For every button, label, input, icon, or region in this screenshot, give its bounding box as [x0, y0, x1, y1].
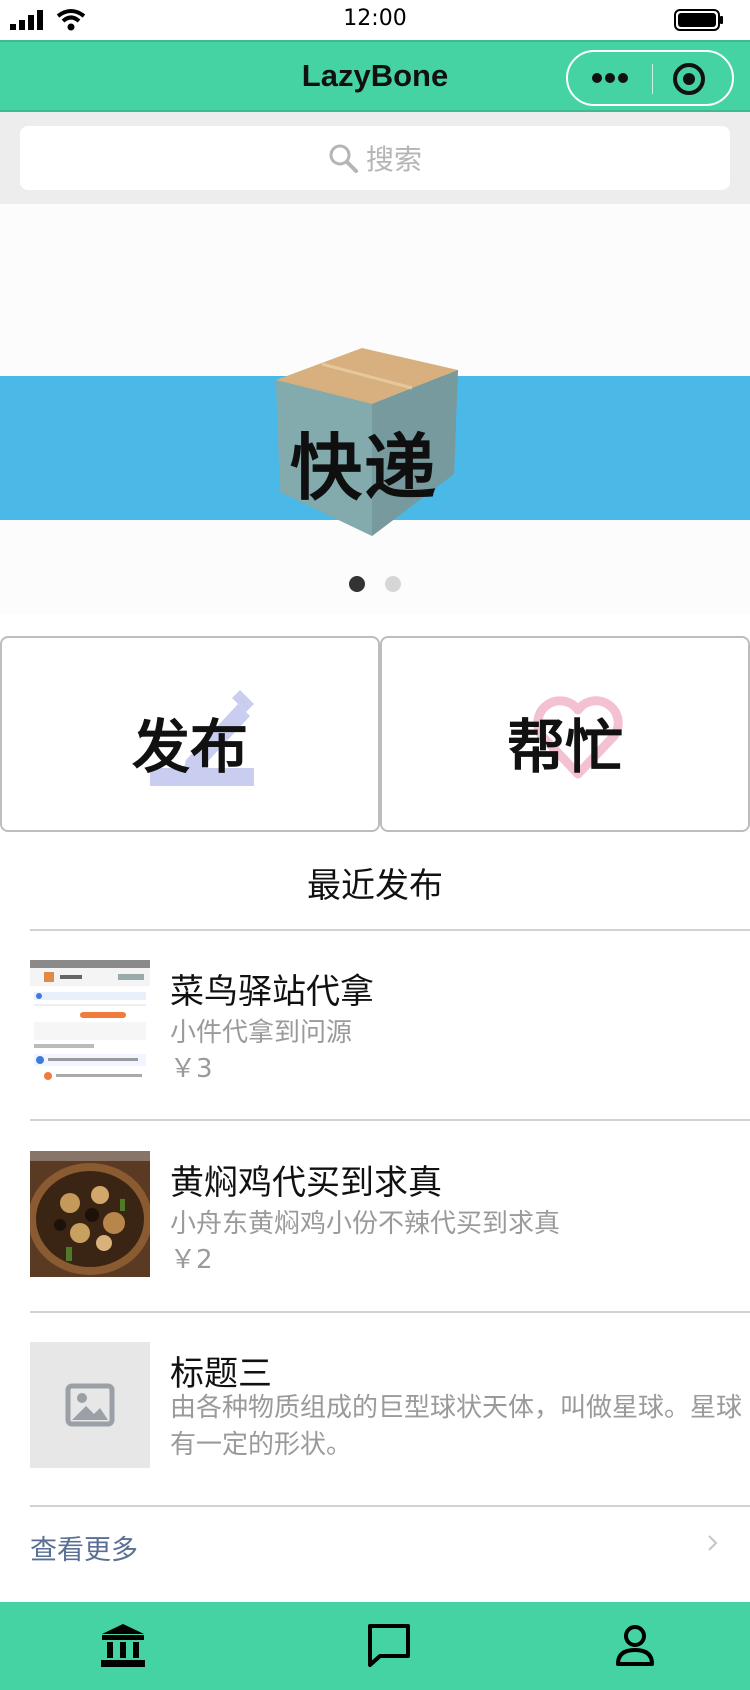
tab-bar — [0, 1602, 750, 1690]
item-description: 小件代拿到问源 — [170, 1018, 353, 1048]
help-button[interactable]: 帮忙 — [380, 636, 750, 832]
item-price: ￥3 — [170, 1054, 213, 1084]
publish-label: 发布 — [131, 713, 248, 781]
search-input[interactable]: 搜索 — [20, 126, 730, 190]
mini-program-capsule — [566, 50, 734, 106]
user-icon[interactable] — [610, 1620, 660, 1670]
item-description: 由各种物质组成的巨型球状天体，叫做星球。星球有一定的形状。 — [170, 1393, 743, 1460]
publish-button[interactable]: 发布 — [0, 636, 380, 832]
indicator-dot[interactable] — [349, 576, 365, 592]
divider — [30, 929, 750, 931]
message-icon[interactable] — [364, 1620, 414, 1670]
battery-icon — [674, 9, 723, 31]
recent-section-title: 最近发布 — [307, 866, 443, 906]
banner-carousel[interactable]: 快递 — [0, 204, 750, 614]
carousel-indicators — [0, 576, 750, 596]
chevron-right-icon[interactable] — [706, 1532, 720, 1554]
list-item[interactable]: 黄焖鸡代买到求真 小舟东黄焖鸡小份不辣代买到求真 ￥2 — [30, 1151, 750, 1281]
help-label: 帮忙 — [506, 713, 623, 781]
more-menu-icon[interactable] — [590, 69, 630, 87]
divider — [30, 1311, 750, 1313]
item-price: ￥2 — [170, 1245, 213, 1275]
divider — [30, 1119, 750, 1121]
nav-bar: LazyBone — [0, 40, 750, 112]
indicator-dot[interactable] — [385, 576, 401, 592]
image-placeholder-icon — [65, 1383, 115, 1427]
search-bar: 搜索 — [0, 112, 750, 204]
search-icon — [329, 144, 358, 173]
view-more-link[interactable]: 查看更多 — [30, 1528, 138, 1567]
capsule-divider — [652, 64, 653, 94]
status-bar: 12:00 — [0, 0, 750, 40]
item-thumbnail — [30, 1151, 150, 1277]
item-thumbnail — [30, 1342, 150, 1468]
search-placeholder: 搜索 — [365, 143, 422, 176]
item-title: 黄焖鸡代买到求真 — [170, 1163, 442, 1203]
item-title: 菜鸟驿站代拿 — [170, 972, 374, 1012]
item-title: 标题三 — [170, 1354, 272, 1394]
list-item[interactable]: 菜鸟驿站代拿 小件代拿到问源 ￥3 — [30, 960, 750, 1090]
bank-icon[interactable] — [98, 1620, 148, 1670]
close-mini-program-icon[interactable] — [672, 62, 706, 96]
banner-text: 快递 — [290, 425, 439, 510]
item-thumbnail — [30, 960, 150, 1086]
clock: 12:00 — [343, 6, 407, 31]
divider — [30, 1505, 750, 1507]
item-description: 小舟东黄焖鸡小份不辣代买到求真 — [170, 1209, 561, 1239]
list-item[interactable]: 标题三 由各种物质组成的巨型球状天体，叫做星球。星球有一定的形状。 — [30, 1342, 750, 1472]
